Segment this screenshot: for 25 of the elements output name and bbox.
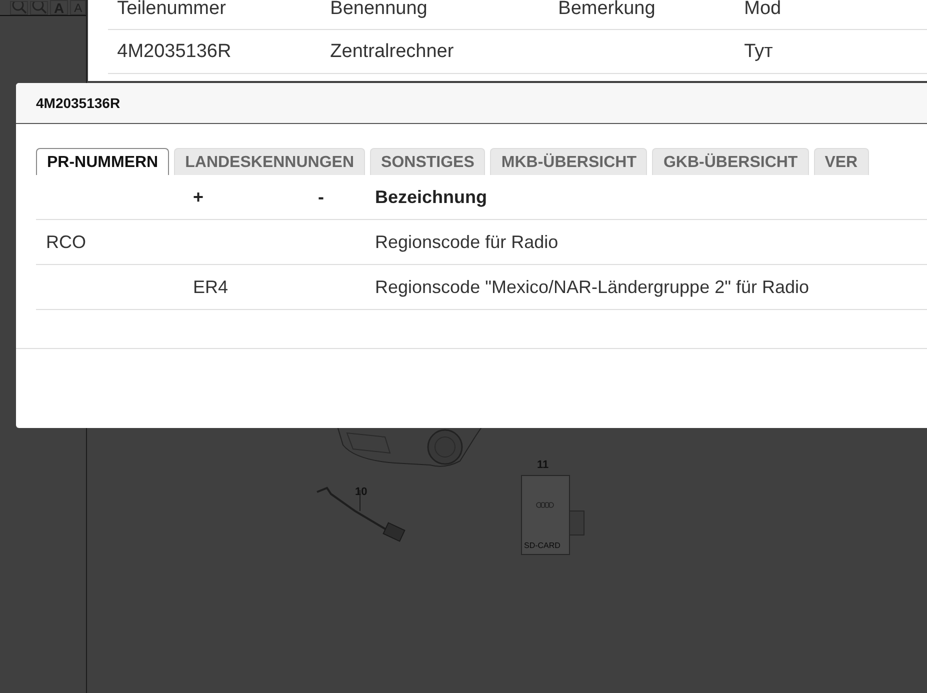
zoom-in-icon[interactable] <box>10 1 28 15</box>
column-header: Bezeichnung <box>374 186 488 208</box>
tab[interactable]: PR-NUMMERN <box>36 148 170 175</box>
table-cell-text: 4M2035136R <box>116 40 232 62</box>
table-cell-text: RCO <box>45 232 87 252</box>
table-row[interactable]: 4M2035136R Zentralrechner Тут <box>108 30 927 74</box>
table-cell-text: Regionscode für Radio <box>374 232 560 252</box>
column-header: - <box>317 186 325 208</box>
tab[interactable]: SONSTIGES <box>370 148 486 175</box>
column-header: Mod <box>743 0 782 20</box>
column-header: Teilenummer <box>116 0 227 20</box>
zoom-out-icon[interactable] <box>30 1 48 15</box>
tab[interactable]: LANDESKENNUNGEN <box>174 148 366 175</box>
column-header: Bemerkung <box>557 0 656 20</box>
dialog-title: 4M2035136R <box>36 95 120 111</box>
table-cell-text: ER4 <box>192 276 230 298</box>
tab[interactable]: GKB-ÜBERSICHT <box>652 148 809 175</box>
card-label: SD-CARD <box>524 541 560 550</box>
table-cell-text: Zentralrechner <box>329 40 455 62</box>
table-cell-text: Тут <box>743 40 774 62</box>
column-header: + <box>192 186 205 208</box>
column-header: Benennung <box>329 0 428 20</box>
table-cell-text: Regionscode "Mexico/NAR-Ländergruppe 2" für Radio <box>374 276 810 298</box>
tab[interactable]: VER <box>814 148 869 175</box>
tab[interactable]: MKB-ÜBERSICHT <box>490 148 648 175</box>
